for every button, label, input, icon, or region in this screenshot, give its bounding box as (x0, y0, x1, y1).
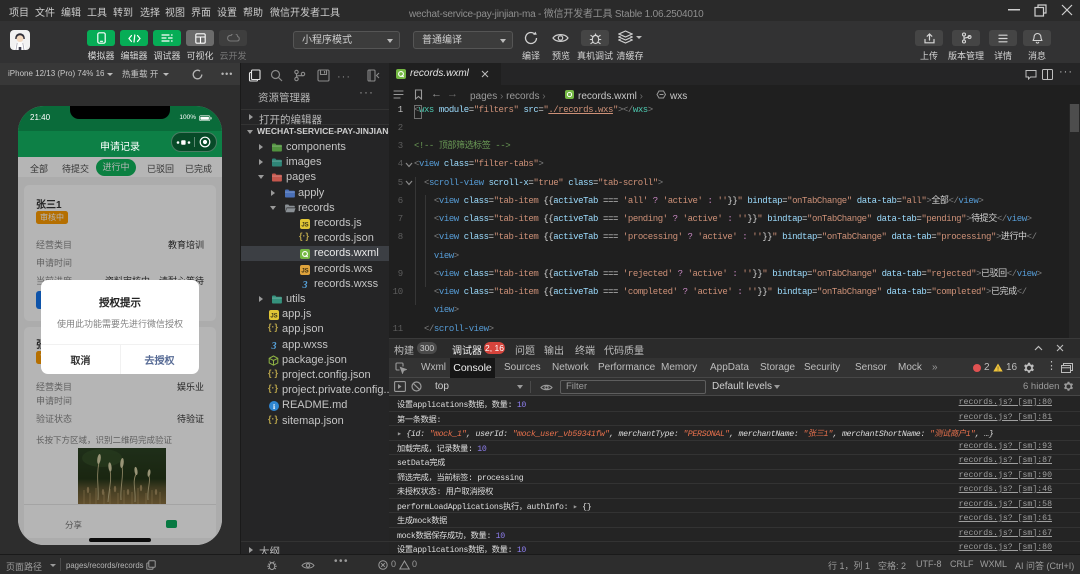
svg-text:3: 3 (302, 280, 308, 290)
svg-text:JS: JS (270, 314, 277, 320)
svg-text:!: ! (997, 366, 999, 372)
svg-text:JS: JS (301, 223, 308, 229)
svg-text:JS: JS (301, 268, 308, 274)
svg-text:i: i (273, 402, 275, 411)
svg-text:3: 3 (271, 341, 277, 351)
